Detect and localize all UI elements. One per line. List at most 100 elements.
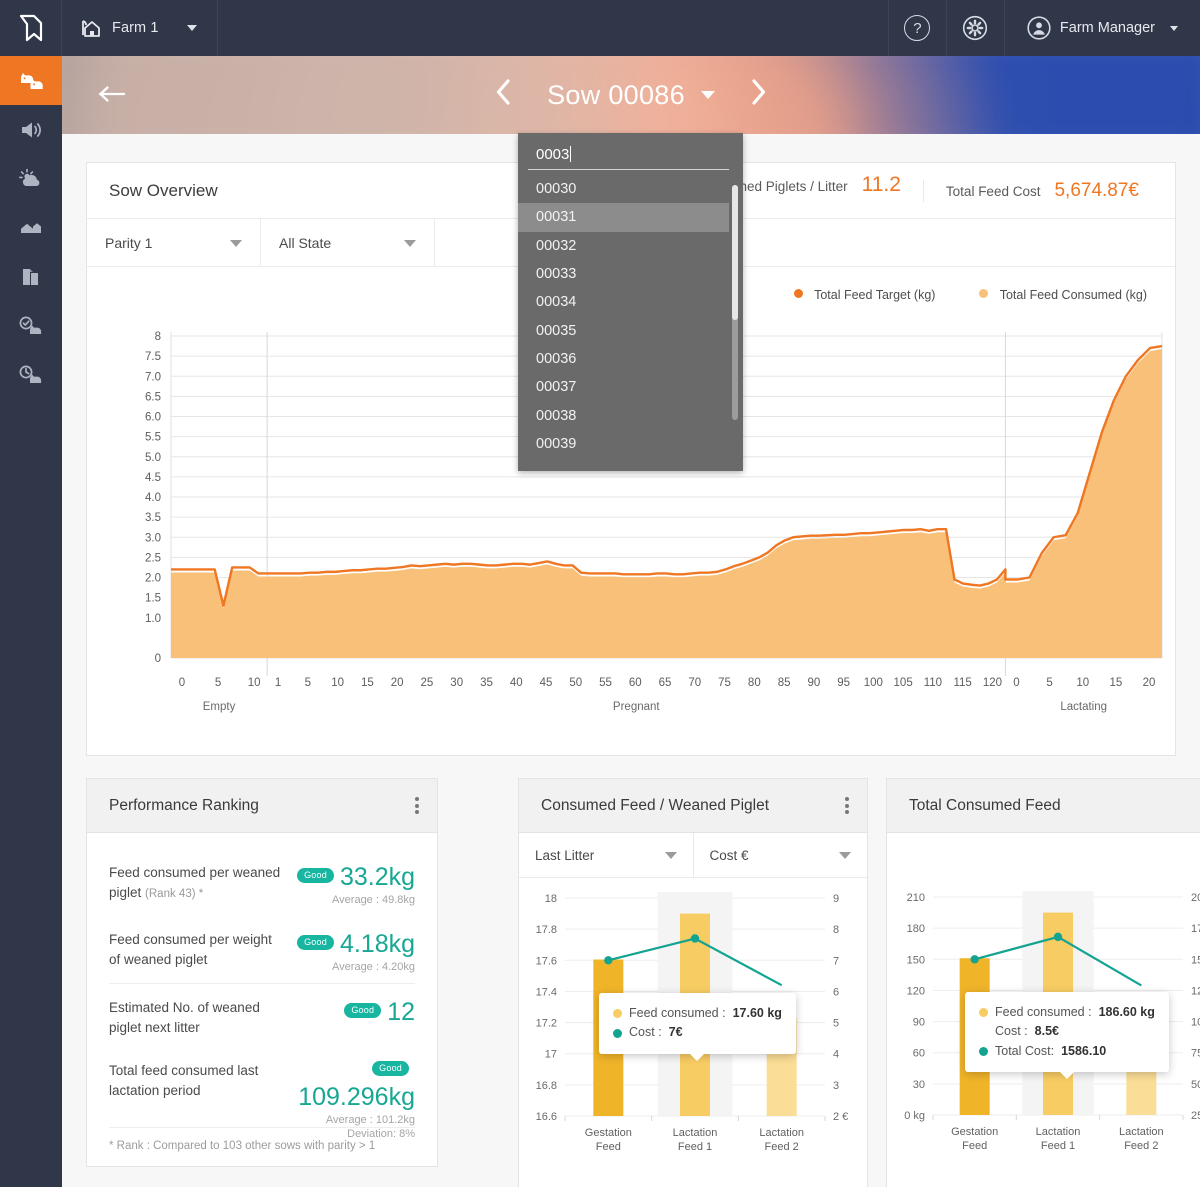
card-menu-button[interactable] xyxy=(845,795,849,817)
sow-option[interactable]: 00038 xyxy=(518,401,743,429)
user-circle-icon xyxy=(1027,16,1051,40)
svg-text:45: 45 xyxy=(540,677,553,689)
svg-text:105: 105 xyxy=(894,677,913,689)
pig-check-icon xyxy=(18,315,44,337)
sidebar-item-barn[interactable] xyxy=(0,203,62,252)
help-button[interactable]: ? xyxy=(888,0,946,56)
sow-pigs-icon xyxy=(18,70,44,92)
svg-text:20: 20 xyxy=(391,677,404,689)
svg-text:500: 500 xyxy=(1191,1079,1200,1091)
svg-text:0 kg: 0 kg xyxy=(904,1110,925,1122)
sow-option[interactable]: 00031 xyxy=(518,203,729,231)
svg-text:150: 150 xyxy=(907,954,925,966)
sidebar-item-announcements[interactable] xyxy=(0,105,62,154)
svg-text:Empty: Empty xyxy=(203,701,236,713)
svg-text:7.0: 7.0 xyxy=(145,371,161,383)
sow-select-dropdown[interactable]: 0003 00030000310003200033000340003500036… xyxy=(518,133,743,471)
prev-sow-button[interactable] xyxy=(495,79,513,112)
sow-option[interactable]: 00039 xyxy=(518,430,743,458)
next-sow-button[interactable] xyxy=(749,79,767,112)
state-select[interactable]: All State xyxy=(261,219,435,267)
svg-text:30: 30 xyxy=(913,1079,925,1091)
svg-text:4.0: 4.0 xyxy=(145,492,161,504)
svg-text:6.5: 6.5 xyxy=(145,391,161,403)
consumed-feed-per-piglet-card: Consumed Feed / Weaned Piglet Last Litte… xyxy=(518,778,868,1187)
sidebar-item-sow-history[interactable] xyxy=(0,350,62,399)
svg-text:75: 75 xyxy=(718,677,731,689)
hero-content: Sow 00086 xyxy=(62,56,1200,134)
svg-text:1.5: 1.5 xyxy=(145,593,161,605)
sidebar-item-buildings[interactable] xyxy=(0,252,62,301)
svg-text:Lactation: Lactation xyxy=(759,1127,804,1139)
sow-option[interactable]: 00034 xyxy=(518,288,743,316)
legend-item-target: Total Feed Target (kg) xyxy=(794,288,936,302)
svg-text:7.5: 7.5 xyxy=(145,351,161,363)
svg-text:1250: 1250 xyxy=(1191,985,1200,997)
tooltip-cost-label: Cost : xyxy=(629,1023,662,1042)
svg-text:15: 15 xyxy=(1109,677,1122,689)
svg-text:60: 60 xyxy=(629,677,642,689)
perf-average: Average : 4.20kg xyxy=(297,961,415,973)
sow-option[interactable]: 00030 xyxy=(518,175,743,203)
top-bar: Farm 1 ? Fa xyxy=(0,0,1200,56)
svg-text:18: 18 xyxy=(545,893,557,905)
svg-text:120: 120 xyxy=(983,677,1002,689)
tooltip-tail xyxy=(1059,1071,1075,1079)
svg-text:10: 10 xyxy=(1076,677,1089,689)
sow-hero-banner: Sow 00086 xyxy=(62,56,1200,134)
perf-value: 33.2kg xyxy=(340,863,415,892)
dropdown-scrollbar[interactable] xyxy=(732,185,738,420)
perf-label: Total feed consumed last lactation perio… xyxy=(109,1061,284,1100)
sow-search-input[interactable]: 0003 xyxy=(518,133,743,175)
weather-cloud-sun-icon xyxy=(18,168,44,190)
farm-selector[interactable]: Farm 1 xyxy=(62,0,218,56)
sidebar-item-climate[interactable] xyxy=(0,154,62,203)
svg-text:15: 15 xyxy=(361,677,374,689)
sow-option[interactable]: 00033 xyxy=(518,260,743,288)
sow-option-list[interactable]: 0003000031000320003300034000350003600037… xyxy=(518,175,743,458)
tooltip-dot-icon xyxy=(979,1008,988,1017)
svg-text:Feed 1: Feed 1 xyxy=(1041,1140,1075,1152)
total-consumed-feed-chart: 2102000180175015015001201250901000607503… xyxy=(887,833,1200,1172)
svg-text:210: 210 xyxy=(907,892,925,904)
kpi-total-feed-cost: Total Feed Cost 5,674.87€ xyxy=(923,180,1161,202)
svg-text:100: 100 xyxy=(864,677,883,689)
megaphone-icon xyxy=(18,119,44,141)
caret-down-icon[interactable] xyxy=(701,91,715,99)
svg-text:Feed 2: Feed 2 xyxy=(765,1141,799,1153)
sidebar-item-sow[interactable] xyxy=(0,56,62,105)
svg-text:Lactation: Lactation xyxy=(1036,1126,1081,1138)
help-circle-icon: ? xyxy=(904,15,930,41)
svg-text:80: 80 xyxy=(748,677,761,689)
sidebar-item-sow-checked[interactable] xyxy=(0,301,62,350)
perf-average: Average : 49.8kg xyxy=(297,894,415,906)
svg-text:Lactation: Lactation xyxy=(1119,1126,1164,1138)
status-badge: Good xyxy=(297,935,334,950)
svg-text:90: 90 xyxy=(913,1017,925,1029)
app-logo[interactable] xyxy=(0,0,62,56)
sow-option[interactable]: 00036 xyxy=(518,345,743,373)
litter-select[interactable]: Last Litter xyxy=(519,833,694,877)
settings-button[interactable] xyxy=(946,0,1004,56)
tooltip-tail xyxy=(689,1053,705,1061)
parity-select[interactable]: Parity 1 xyxy=(87,219,261,267)
card-title: Total Consumed Feed xyxy=(909,797,1061,815)
svg-text:4.5: 4.5 xyxy=(145,472,161,484)
svg-text:0: 0 xyxy=(179,677,185,689)
cost-select[interactable]: Cost € xyxy=(694,833,868,877)
sow-option[interactable]: 00032 xyxy=(518,232,743,260)
svg-text:40: 40 xyxy=(510,677,523,689)
cost-select-value: Cost € xyxy=(710,848,749,863)
svg-text:17: 17 xyxy=(545,1049,557,1061)
card-menu-button[interactable] xyxy=(415,795,419,817)
svg-text:8: 8 xyxy=(833,924,839,936)
sow-option[interactable]: 00035 xyxy=(518,316,743,344)
svg-text:Gestation: Gestation xyxy=(951,1126,998,1138)
performance-ranking-card: Performance Ranking Feed consumed per we… xyxy=(86,778,438,1167)
chevron-down-icon xyxy=(404,240,416,247)
user-menu[interactable]: Farm Manager xyxy=(1004,0,1200,56)
legend-item-consumed: Total Feed Consumed (kg) xyxy=(979,288,1147,302)
sow-option[interactable]: 00037 xyxy=(518,373,743,401)
tooltip-cost-label: Cost : xyxy=(995,1022,1028,1041)
svg-text:Lactation: Lactation xyxy=(673,1127,718,1139)
